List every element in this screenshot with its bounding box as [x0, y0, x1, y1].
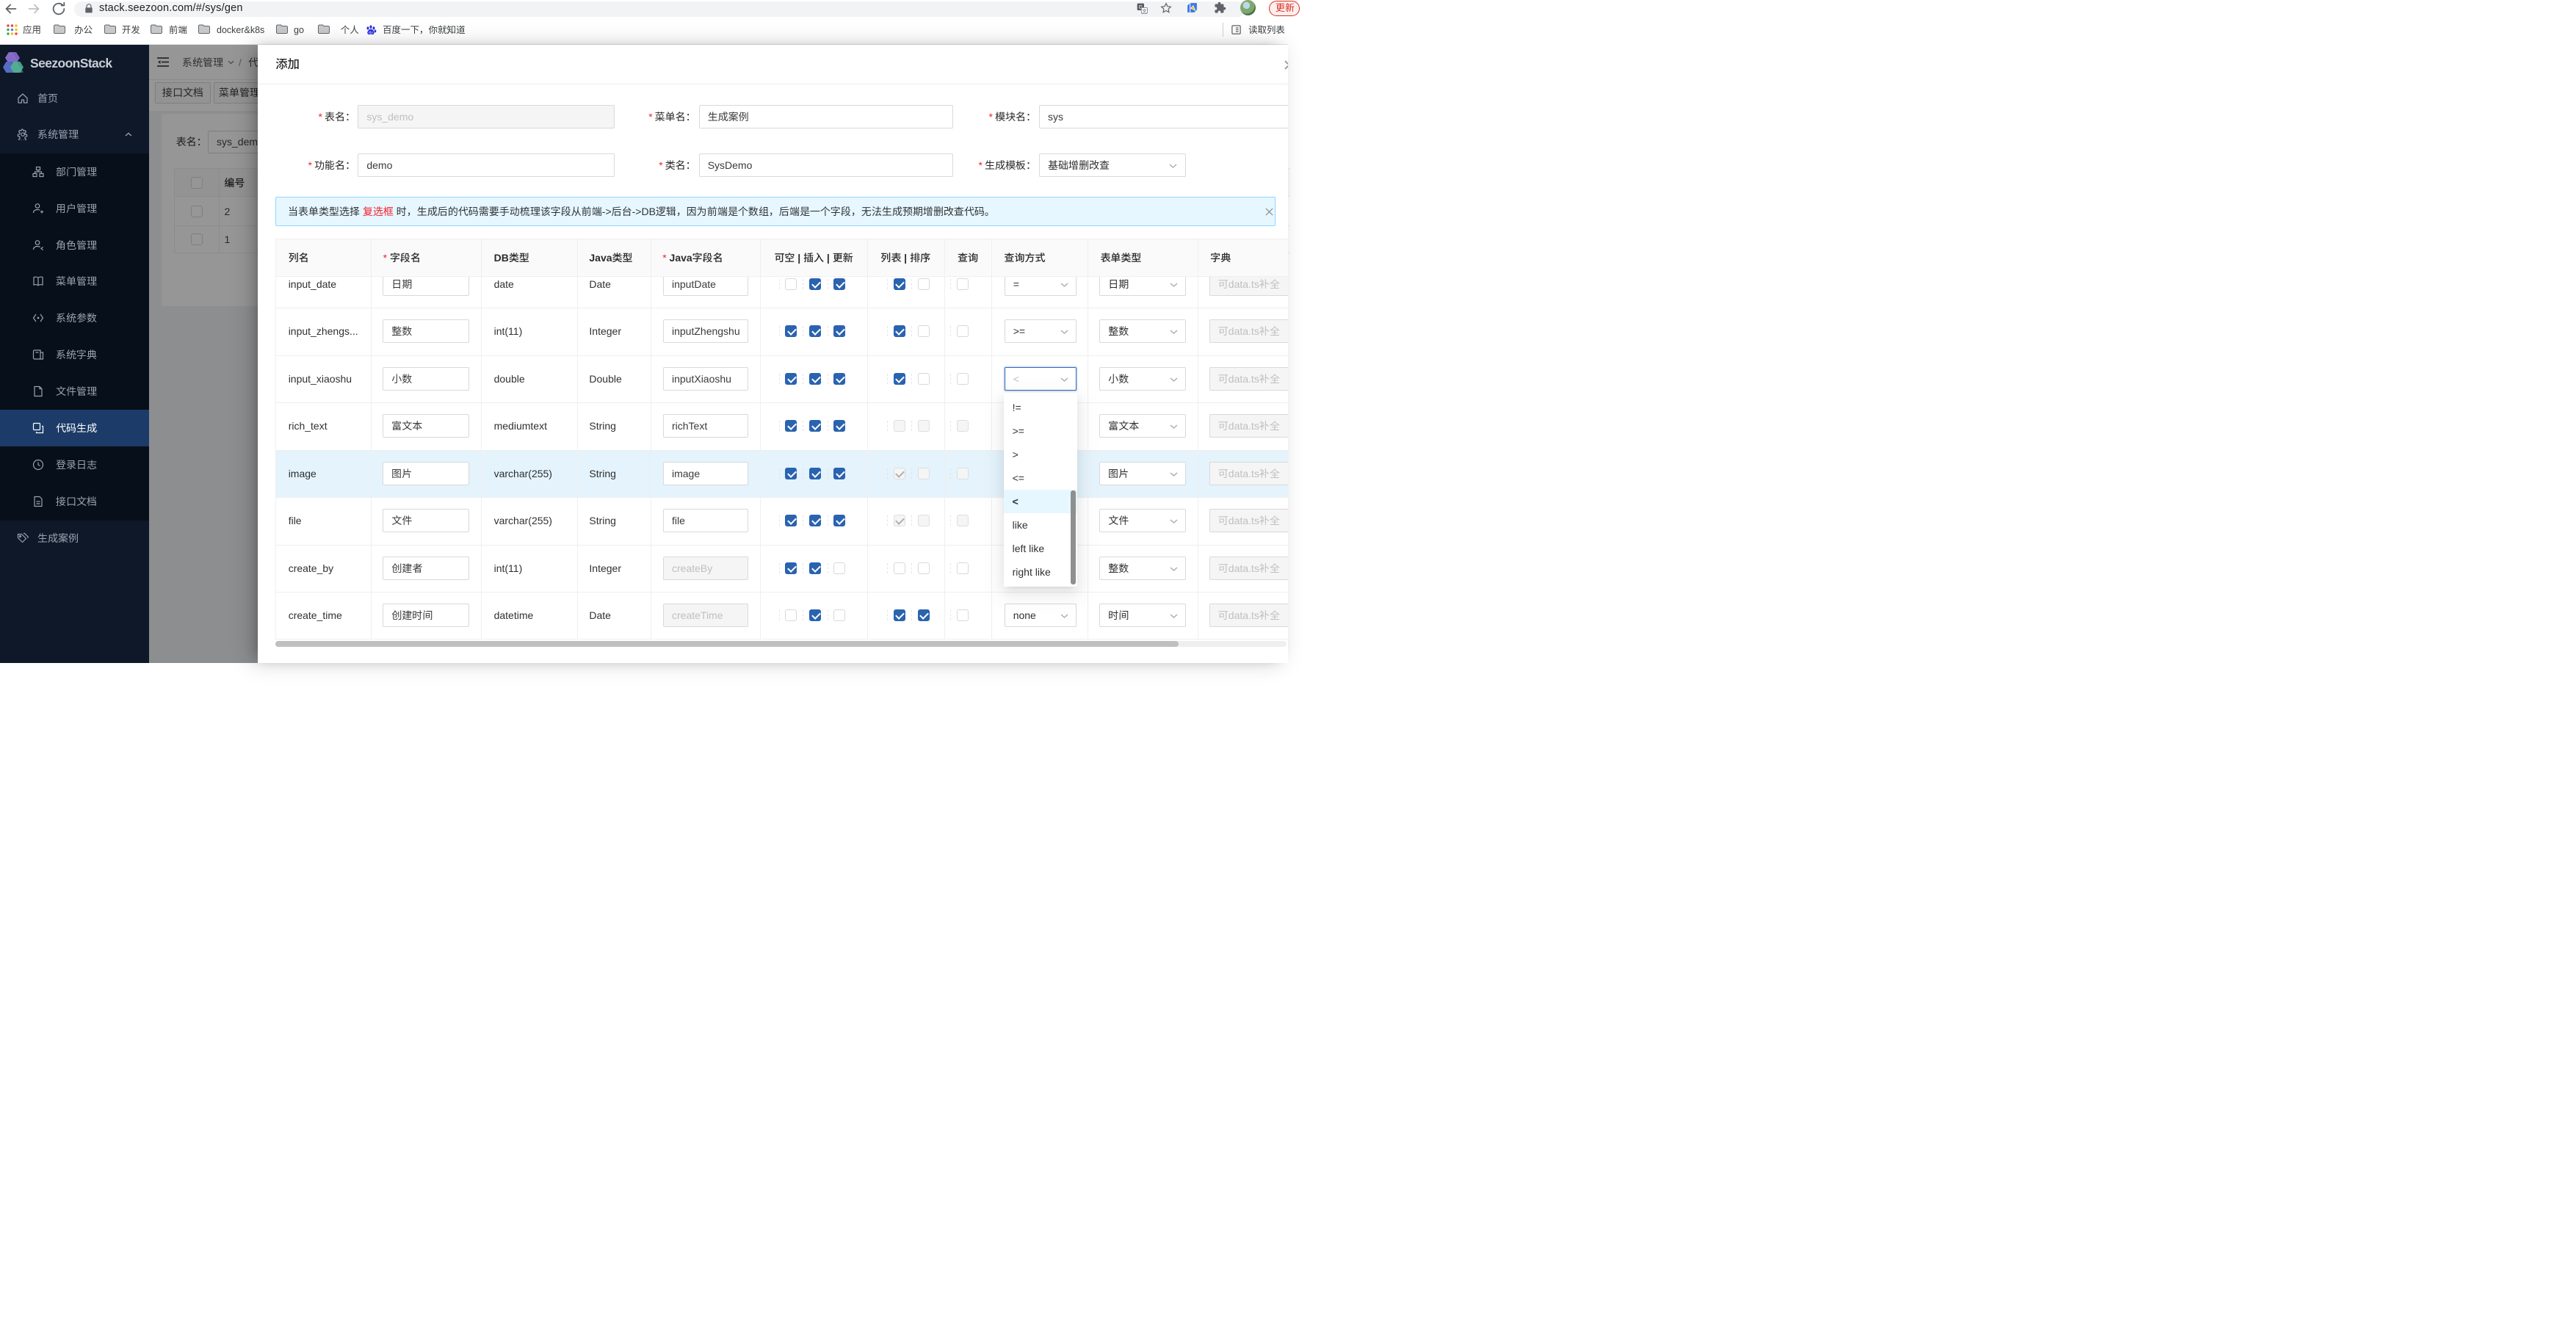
svg-text:du: du — [369, 31, 373, 35]
svg-text:文: 文 — [1142, 7, 1147, 14]
